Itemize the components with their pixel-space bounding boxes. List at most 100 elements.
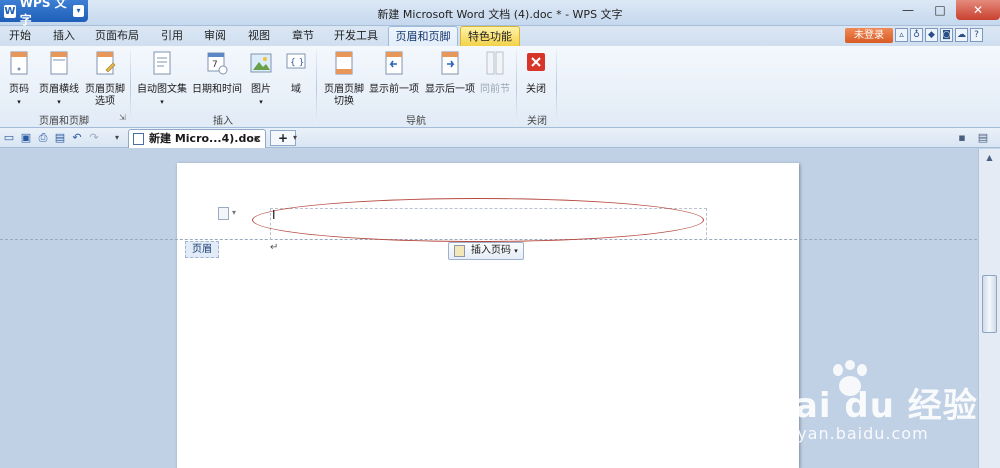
chevron-down-icon[interactable]: ▾ bbox=[288, 131, 302, 145]
insert-page-number-label: 插入页码 bbox=[471, 245, 511, 256]
tab-developer[interactable]: 开发工具 bbox=[330, 26, 382, 46]
switch-label-1: 页眉页脚 bbox=[324, 84, 364, 95]
group-separator bbox=[556, 50, 557, 124]
skin-icon[interactable]: ♁ bbox=[910, 28, 923, 42]
print-icon[interactable]: ⎙ bbox=[36, 131, 50, 145]
page-number-icon bbox=[10, 51, 28, 75]
show-next-button[interactable]: 显示后一项 bbox=[424, 50, 476, 96]
auto-text-icon bbox=[153, 51, 171, 75]
window-controls: — □ ✕ bbox=[892, 0, 1000, 20]
close-tab-button[interactable]: × bbox=[253, 130, 262, 148]
redo-icon[interactable]: ↷ bbox=[87, 131, 101, 145]
open-folder-icon[interactable]: ▭ bbox=[2, 131, 16, 145]
page-number-icon bbox=[454, 245, 465, 257]
arrow-right-icon bbox=[441, 51, 459, 75]
insert-page-number-button[interactable]: 插入页码 ▾ bbox=[448, 242, 524, 260]
header-footer-options-label-1: 页眉页脚 bbox=[85, 84, 125, 95]
scrollbar-thumb[interactable] bbox=[982, 275, 997, 333]
title-bar: W WPS 文字 ▾ 新建 Microsoft Word 文档 (4).doc … bbox=[0, 0, 1000, 27]
shield-icon[interactable]: ◆ bbox=[925, 28, 938, 42]
save-icon[interactable]: ▣ bbox=[19, 131, 33, 145]
picture-icon bbox=[250, 53, 272, 73]
maximize-button[interactable]: □ bbox=[924, 0, 956, 20]
page-number-button[interactable]: 页码 ▾ bbox=[6, 50, 32, 108]
dialog-launcher-icon[interactable]: ⇲ bbox=[119, 113, 126, 122]
header-line-label: 页眉横线 bbox=[39, 84, 79, 95]
help-icon[interactable]: ? bbox=[970, 28, 983, 42]
chevron-down-icon: ▾ bbox=[160, 98, 164, 106]
customize-toolbar-icon[interactable]: ▾ bbox=[110, 131, 124, 145]
same-as-previous-label: 同前节 bbox=[480, 84, 510, 95]
tab-references[interactable]: 引用 bbox=[156, 26, 188, 46]
show-previous-label: 显示前一项 bbox=[369, 84, 419, 95]
window-mode-icon[interactable]: ▤ bbox=[976, 131, 990, 145]
field-label: 域 bbox=[291, 84, 301, 95]
group-label-insert: 插入 bbox=[213, 116, 233, 127]
plus-icon: + bbox=[277, 131, 289, 145]
group-separator bbox=[516, 50, 517, 124]
tab-insert[interactable]: 插入 bbox=[48, 26, 80, 46]
chevron-down-icon: ▾ bbox=[57, 98, 61, 106]
close-label: 关闭 bbox=[526, 84, 546, 95]
watermark-main: Bai du 经验 bbox=[768, 386, 978, 426]
picture-label: 图片 bbox=[251, 84, 271, 95]
chevron-down-icon: ▾ bbox=[514, 247, 518, 255]
group-separator bbox=[130, 50, 131, 124]
field-icon: { } bbox=[286, 53, 306, 69]
header-tag: 页眉 bbox=[185, 241, 219, 258]
switch-label-2: 切换 bbox=[334, 96, 354, 107]
auto-text-label: 自动图文集 bbox=[137, 84, 187, 95]
print-preview-icon[interactable]: ▤ bbox=[53, 131, 67, 145]
scroll-up-icon[interactable]: ▲ bbox=[979, 151, 1000, 165]
date-time-label: 日期和时间 bbox=[192, 84, 242, 95]
header-footer-options-button[interactable]: 页眉页脚 选项 bbox=[84, 50, 126, 108]
tab-header-footer[interactable]: 页眉和页脚 bbox=[388, 26, 458, 46]
date-time-button[interactable]: 7 日期和时间 bbox=[192, 50, 242, 96]
window-list-icon[interactable]: ▪ bbox=[955, 131, 969, 145]
document-tab[interactable]: 新建 Micro...4).doc * × bbox=[128, 129, 266, 163]
field-button[interactable]: { } 域 bbox=[284, 50, 308, 96]
collapse-ribbon-icon[interactable]: ▵ bbox=[895, 28, 908, 42]
tab-view[interactable]: 视图 bbox=[243, 26, 275, 46]
tab-home[interactable]: 开始 bbox=[4, 26, 36, 46]
header-footer-options-icon bbox=[96, 51, 116, 75]
show-next-label: 显示后一项 bbox=[425, 84, 475, 95]
annotation-oval bbox=[252, 198, 704, 242]
top-right-tools: ▵ ♁ ◆ ◙ ☁ ? bbox=[895, 28, 983, 42]
arrow-left-icon bbox=[385, 51, 403, 75]
switch-header-footer-button[interactable]: 页眉页脚 切换 bbox=[322, 50, 366, 108]
group-label-navigation: 导航 bbox=[406, 116, 426, 127]
vertical-scrollbar[interactable]: ▲ bbox=[978, 149, 1000, 468]
close-icon bbox=[527, 53, 545, 71]
login-button[interactable]: 未登录 bbox=[845, 28, 893, 43]
svg-text:{ }: { } bbox=[290, 58, 304, 68]
header-page-icon[interactable] bbox=[218, 207, 229, 220]
close-window-button[interactable]: ✕ bbox=[956, 0, 1000, 20]
tab-section[interactable]: 章节 bbox=[287, 26, 319, 46]
header-line-button[interactable]: 页眉横线 ▾ bbox=[38, 50, 80, 108]
chevron-down-icon[interactable]: ▾ bbox=[232, 208, 236, 217]
text-cursor: I bbox=[272, 208, 276, 222]
close-header-footer-button[interactable]: 关闭 bbox=[522, 50, 550, 96]
undo-icon[interactable]: ↶ bbox=[70, 131, 84, 145]
calendar-icon: 7 bbox=[207, 52, 228, 75]
minimize-button[interactable]: — bbox=[892, 0, 924, 20]
quick-access-toolbar: ▭ ▣ ⎙ ▤ ↶ ↷ ▾ 新建 Micro...4).doc * × + ▾ … bbox=[0, 128, 1000, 163]
chevron-down-icon: ▾ bbox=[17, 98, 21, 106]
tab-page-layout[interactable]: 页面布局 bbox=[92, 26, 142, 46]
group-separator bbox=[316, 50, 317, 124]
header-line-icon bbox=[50, 51, 68, 75]
show-previous-button[interactable]: 显示前一项 bbox=[368, 50, 420, 96]
cloud-icon[interactable]: ☁ bbox=[955, 28, 968, 42]
tab-review[interactable]: 审阅 bbox=[199, 26, 231, 46]
same-as-previous-button[interactable]: 同前节 bbox=[478, 50, 512, 96]
svg-text:7: 7 bbox=[212, 60, 218, 70]
feedback-icon[interactable]: ◙ bbox=[940, 28, 953, 42]
tab-special-features[interactable]: 特色功能 bbox=[460, 26, 520, 46]
paragraph-mark: ↵ bbox=[270, 242, 279, 253]
picture-button[interactable]: 图片 ▾ bbox=[248, 50, 274, 108]
header-footer-options-label-2: 选项 bbox=[95, 96, 115, 107]
baidu-watermark: Bai du 经验 jingyan.baidu.com bbox=[760, 360, 980, 460]
auto-text-button[interactable]: 自动图文集 ▾ bbox=[136, 50, 188, 108]
switch-header-footer-icon bbox=[335, 51, 353, 75]
